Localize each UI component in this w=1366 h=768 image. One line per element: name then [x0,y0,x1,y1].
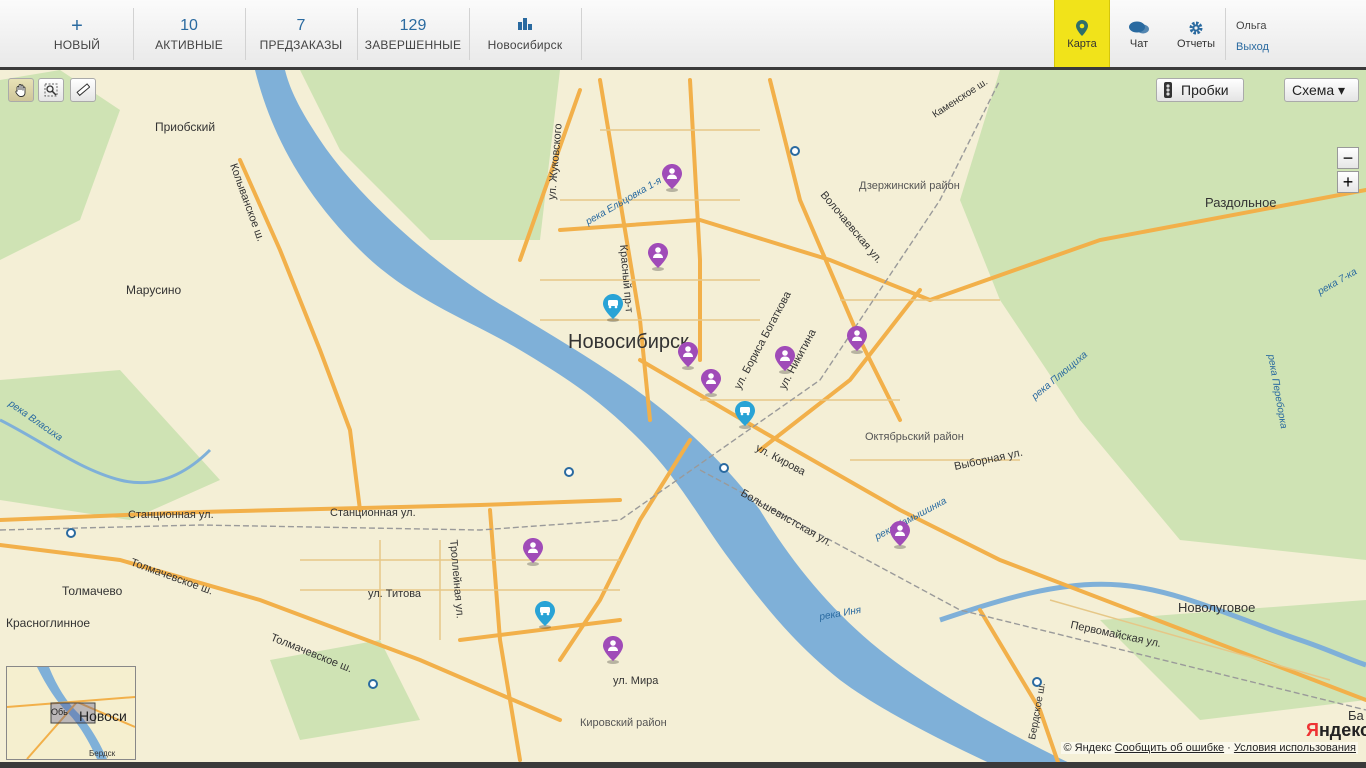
map-canvas: Новосибирск Приобский Марусино Толмачево… [0,70,1366,768]
gear-icon [1188,18,1204,38]
traffic-label: Пробки [1181,82,1229,98]
user-name: Ольга [1236,20,1267,32]
driver-marker[interactable] [603,636,623,664]
street-label: ул. Кирова [754,442,808,479]
car-marker[interactable] [735,401,755,429]
car-marker[interactable] [603,294,623,322]
active-orders-count: 10 [180,16,198,34]
street-label: Станционная ул. [128,509,214,521]
logo-rest: ндекс [1318,720,1366,740]
street-label: ул. Мира [613,675,659,687]
street-label: Каменское ш. [931,77,990,121]
plus-icon: + [71,14,83,37]
plus-icon: + [1342,171,1354,192]
minimap-berdsk-label: Бердск [89,749,116,758]
town-label: Новолуговое [1178,600,1255,615]
street-label: Станционная ул. [330,507,416,519]
town-label: Раздольное [1205,195,1277,210]
street-label: Толмачевское ш. [129,557,215,598]
hand-tool-button[interactable] [8,78,34,102]
driver-marker[interactable] [847,326,867,354]
district-label: Кировский район [580,717,667,729]
magnifier-icon [44,83,58,97]
street-label: Выборная ул. [953,447,1024,473]
logo-first-letter: Я [1306,720,1319,740]
active-orders-label: АКТИВНЫЕ [155,37,223,52]
street-label: Волочаевская ул. [818,189,885,265]
terms-link[interactable]: Условия использования [1234,742,1356,754]
minimap-city-label: Новоси [79,708,127,724]
driver-marker[interactable] [662,164,682,192]
ruler-icon [76,83,90,97]
divider [1225,8,1226,60]
chat-bubbles-icon [1129,18,1149,38]
completed-orders-count: 129 [399,16,427,34]
yandex-logo: Яндекс [1306,720,1366,741]
preorders-count: 7 [296,16,306,34]
reports-tab-label: Отчеты [1176,37,1216,50]
hand-icon [15,84,26,97]
completed-orders-tab[interactable]: 129 ЗАВЕРШЕННЫЕ [358,0,468,67]
preorders-label: ПРЕДЗАКАЗЫ [259,37,343,52]
ruler-tool-button[interactable] [70,78,96,102]
map-type-label: Схема ▾ [1292,81,1346,98]
map-view[interactable]: Новосибирск Приобский Марусино Толмачево… [0,70,1366,768]
city-label: Новосибирск [487,37,563,52]
town-label: Красноглинное [6,616,90,630]
driver-marker[interactable] [678,342,698,370]
chat-tab-label: Чат [1129,37,1149,50]
map-type-select[interactable]: Схема ▾ [1284,78,1359,102]
logout-link[interactable]: Выход [1236,37,1269,58]
traffic-button[interactable]: Пробки [1156,78,1244,102]
driver-marker[interactable] [701,369,721,397]
driver-marker[interactable] [890,521,910,549]
city-map-label: Новосибирск [568,331,689,353]
city-selector[interactable]: Новосибирск [470,0,580,67]
chat-tab[interactable]: Чат [1114,0,1164,67]
minus-icon: − [1342,147,1354,168]
town-label: Толмачево [62,584,123,598]
reports-tab[interactable]: Отчеты [1170,0,1222,67]
car-marker[interactable] [535,601,555,629]
preorders-tab[interactable]: 7 ПРЕДЗАКАЗЫ [246,0,356,67]
bottom-border [0,762,1366,768]
zoom-in-button[interactable]: + [1337,171,1359,193]
new-order-label: НОВЫЙ [53,37,101,52]
top-navigation-bar: + НОВЫЙ 10 АКТИВНЫЕ 7 ПРЕДЗАКАЗЫ 129 ЗАВ… [0,0,1366,70]
overview-minimap[interactable]: Обь Новоси Бердск [6,666,136,760]
district-label: Октябрьский район [865,431,964,443]
new-order-button[interactable]: + НОВЫЙ [22,0,132,67]
street-label: Троллейная ул. [447,539,466,619]
buildings-icon [518,16,532,38]
completed-orders-label: ЗАВЕРШЕННЫЕ [364,37,462,52]
minimap-canvas: Обь Новоси Бердск [7,667,135,759]
district-label: Дзержинский район [859,180,960,192]
driver-marker[interactable] [648,243,668,271]
magnifier-tool-button[interactable] [38,78,64,102]
divider [581,8,582,60]
map-footer: © Яндекс Сообщить об ошибке · Условия ис… [1061,742,1358,754]
map-pin-icon [1076,18,1088,38]
copyright-text: © Яндекс [1063,742,1112,754]
map-tab[interactable]: Карта [1054,0,1110,67]
user-panel: Ольга Выход [1236,16,1269,58]
driver-marker[interactable] [775,346,795,374]
town-label: Марусино [126,283,182,297]
map-tab-label: Карта [1067,37,1097,50]
traffic-light-icon [1164,82,1172,98]
zoom-out-button[interactable]: − [1337,147,1359,169]
street-label: ул. Титова [368,588,422,600]
town-label: Приобский [155,120,215,134]
driver-marker[interactable] [523,538,543,566]
report-error-link[interactable]: Сообщить об ошибке [1115,742,1224,754]
minimap-ob-label: Обь [51,707,68,717]
active-orders-tab[interactable]: 10 АКТИВНЫЕ [134,0,244,67]
